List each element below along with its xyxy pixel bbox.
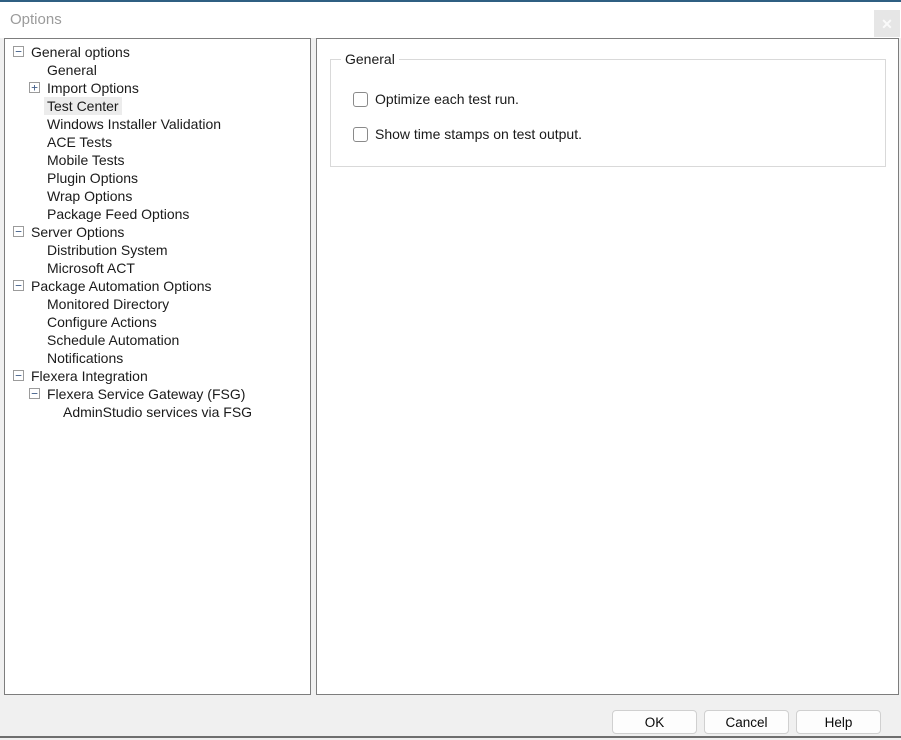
tree-minus-icon[interactable]: − <box>29 388 40 399</box>
tree-item-import-options[interactable]: + Import Options <box>5 79 310 97</box>
tree-item-windows-installer-validation[interactable]: Windows Installer Validation <box>5 115 310 133</box>
checkbox-box-icon[interactable] <box>353 92 368 107</box>
cancel-button[interactable]: Cancel <box>704 710 789 734</box>
tree-item-mobile-tests[interactable]: Mobile Tests <box>5 151 310 169</box>
tree-item-flexera-integration[interactable]: − Flexera Integration <box>5 367 310 385</box>
tree-item-schedule-automation[interactable]: Schedule Automation <box>5 331 310 349</box>
tree-item-label[interactable]: Server Options <box>28 223 127 241</box>
tree-item-ace-tests[interactable]: ACE Tests <box>5 133 310 151</box>
tree-item-label[interactable]: Test Center <box>44 97 122 115</box>
tree-item-label[interactable]: Schedule Automation <box>44 331 182 349</box>
tree-item-flexera-service-gateway-fsg[interactable]: − Flexera Service Gateway (FSG) <box>5 385 310 403</box>
tree-item-distribution-system[interactable]: Distribution System <box>5 241 310 259</box>
groupbox-title: General <box>341 51 399 67</box>
tree-minus-icon[interactable]: − <box>13 280 24 291</box>
checkbox-box-icon[interactable] <box>353 127 368 142</box>
tree-item-general[interactable]: General <box>5 61 310 79</box>
tree-item-label[interactable]: Configure Actions <box>44 313 160 331</box>
checkbox-label[interactable]: Optimize each test run. <box>375 91 519 107</box>
tree-item-label[interactable]: Mobile Tests <box>44 151 128 169</box>
tree-item-label[interactable]: General options <box>28 43 133 61</box>
tree-item-monitored-directory[interactable]: Monitored Directory <box>5 295 310 313</box>
tree-minus-icon[interactable]: − <box>13 46 24 57</box>
tree-item-label[interactable]: Plugin Options <box>44 169 141 187</box>
tree-minus-icon[interactable]: − <box>13 226 24 237</box>
window-bottom-edge <box>0 736 901 738</box>
tree-item-label[interactable]: AdminStudio services via FSG <box>60 403 255 421</box>
ok-button[interactable]: OK <box>612 710 697 734</box>
tree-item-label[interactable]: Monitored Directory <box>44 295 172 313</box>
tree-plus-icon[interactable]: + <box>29 82 40 93</box>
help-button[interactable]: Help <box>796 710 881 734</box>
tree-item-plugin-options[interactable]: Plugin Options <box>5 169 310 187</box>
tree-item-microsoft-act[interactable]: Microsoft ACT <box>5 259 310 277</box>
close-button[interactable]: ✕ <box>874 10 900 37</box>
tree-item-label[interactable]: Windows Installer Validation <box>44 115 224 133</box>
checkbox-label[interactable]: Show time stamps on test output. <box>375 126 582 142</box>
tree-item-label[interactable]: Flexera Service Gateway (FSG) <box>44 385 248 403</box>
tree-item-label[interactable]: Import Options <box>44 79 142 97</box>
tree-item-label[interactable]: Notifications <box>44 349 126 367</box>
checkbox-row-show-time-stamps-on-test-output[interactable]: Show time stamps on test output. <box>353 123 885 145</box>
tree-item-label[interactable]: Flexera Integration <box>28 367 151 385</box>
tree-item-package-feed-options[interactable]: Package Feed Options <box>5 205 310 223</box>
tree-item-label[interactable]: Microsoft ACT <box>44 259 138 277</box>
tree-item-configure-actions[interactable]: Configure Actions <box>5 313 310 331</box>
tree-item-test-center[interactable]: Test Center <box>5 97 310 115</box>
titlebar: Options ✕ <box>0 2 901 38</box>
settings-content-panel: General Optimize each test run. Show tim… <box>316 38 899 695</box>
footer-button-bar: OK Cancel Help <box>612 710 881 734</box>
tree-item-label[interactable]: Package Feed Options <box>44 205 192 223</box>
options-tree: − General options General + Import Optio… <box>4 38 311 695</box>
tree-minus-icon[interactable]: − <box>13 370 24 381</box>
tree-item-notifications[interactable]: Notifications <box>5 349 310 367</box>
general-groupbox: General Optimize each test run. Show tim… <box>330 59 886 167</box>
tree-item-label[interactable]: Distribution System <box>44 241 171 259</box>
window-title: Options <box>10 11 62 28</box>
tree-item-label[interactable]: Wrap Options <box>44 187 135 205</box>
tree-item-server-options[interactable]: − Server Options <box>5 223 310 241</box>
tree-item-package-automation-options[interactable]: − Package Automation Options <box>5 277 310 295</box>
tree-item-label[interactable]: ACE Tests <box>44 133 115 151</box>
checkbox-row-optimize-each-test-run[interactable]: Optimize each test run. <box>353 88 885 110</box>
tree-item-general-options[interactable]: − General options <box>5 43 310 61</box>
tree-item-label[interactable]: General <box>44 61 100 79</box>
tree-item-label[interactable]: Package Automation Options <box>28 277 215 295</box>
tree-item-adminstudio-services-via-fsg[interactable]: AdminStudio services via FSG <box>5 403 310 421</box>
tree-item-wrap-options[interactable]: Wrap Options <box>5 187 310 205</box>
close-icon: ✕ <box>881 17 893 31</box>
